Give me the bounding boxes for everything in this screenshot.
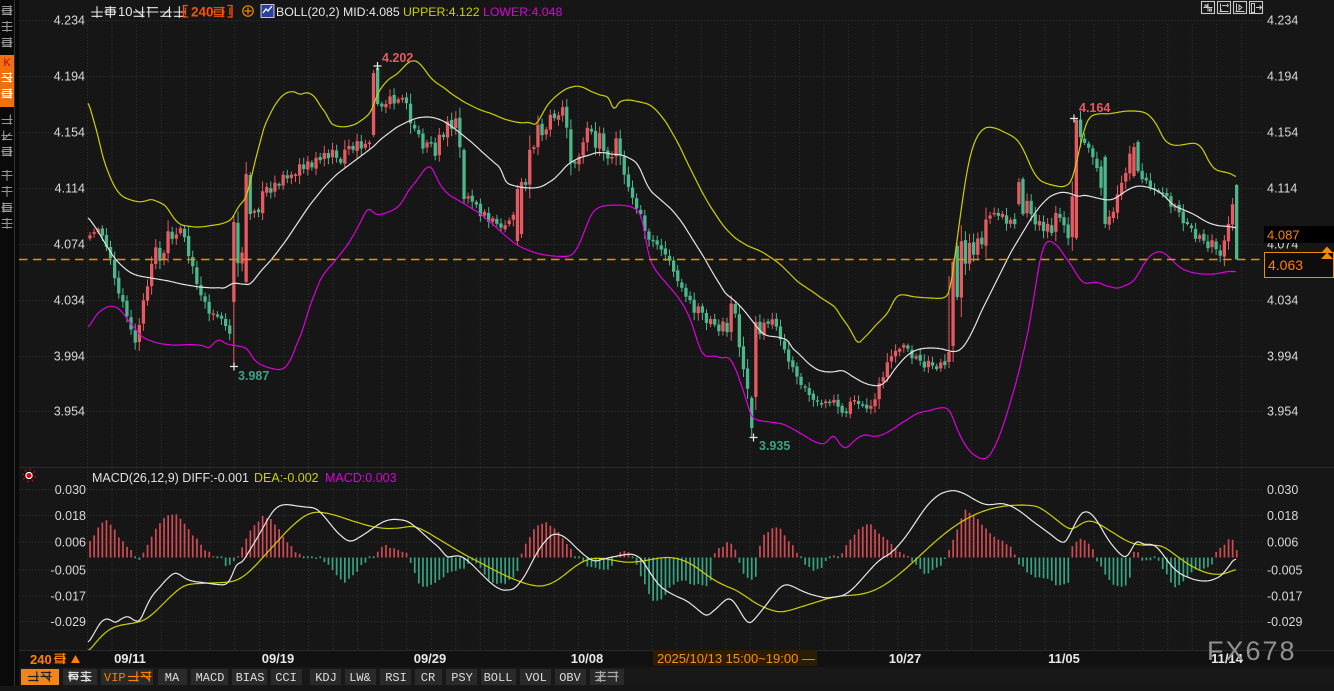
svg-text:09/29: 09/29: [414, 651, 447, 666]
svg-text:240: 240: [30, 652, 52, 667]
svg-text:MACD: MACD: [196, 671, 225, 685]
svg-text:0.018: 0.018: [55, 509, 86, 523]
svg-text:CR: CR: [421, 671, 435, 685]
svg-text:4.154: 4.154: [54, 126, 85, 140]
svg-text:VOL: VOL: [525, 671, 547, 685]
svg-text:-0.017: -0.017: [1267, 590, 1302, 604]
svg-text:MA: MA: [165, 671, 180, 685]
svg-text:3.935: 3.935: [759, 439, 790, 453]
svg-text:4.063: 4.063: [1268, 257, 1303, 273]
svg-text:4.034: 4.034: [1267, 294, 1298, 308]
svg-text:10/27: 10/27: [889, 651, 922, 666]
svg-text:-0.017: -0.017: [51, 590, 86, 604]
svg-text:RSI: RSI: [385, 671, 407, 685]
svg-text:LW&: LW&: [349, 671, 371, 685]
svg-text:4.234: 4.234: [54, 14, 85, 28]
svg-text:BOLL: BOLL: [484, 671, 513, 685]
svg-text:4.114: 4.114: [1267, 182, 1297, 196]
svg-text:CCI: CCI: [275, 671, 297, 685]
svg-text:3.954: 3.954: [1267, 405, 1298, 419]
svg-text:PSY: PSY: [451, 671, 473, 685]
svg-text:4.202: 4.202: [382, 51, 413, 65]
svg-text:-0.005: -0.005: [1267, 564, 1302, 578]
svg-text:0.030: 0.030: [1267, 483, 1298, 497]
svg-text:09/11: 09/11: [114, 651, 146, 666]
svg-text:FX678: FX678: [1207, 636, 1297, 666]
svg-text:0.006: 0.006: [55, 536, 86, 550]
svg-text:0.006: 0.006: [1267, 536, 1298, 550]
svg-text:MACD(26,12,9) DIFF:-0.001: MACD(26,12,9) DIFF:-0.001: [92, 471, 249, 485]
svg-text:4.114: 4.114: [55, 182, 85, 196]
svg-text:4.234: 4.234: [1267, 14, 1298, 28]
svg-text:3.954: 3.954: [54, 405, 85, 419]
svg-text:11/05: 11/05: [1048, 651, 1080, 666]
svg-text:4.194: 4.194: [1267, 70, 1298, 84]
svg-text:-0.005: -0.005: [51, 564, 86, 578]
svg-text:09/19: 09/19: [262, 651, 295, 666]
svg-text:BIAS: BIAS: [236, 671, 265, 685]
svg-text:240: 240: [191, 5, 214, 20]
svg-text:BOLL(20,2) MID:4.085: BOLL(20,2) MID:4.085: [276, 5, 400, 19]
svg-text:LOWER:4.048: LOWER:4.048: [483, 5, 562, 19]
svg-text:4.034: 4.034: [54, 294, 85, 308]
svg-text:10/08: 10/08: [571, 651, 604, 666]
svg-text:4.087: 4.087: [1267, 228, 1300, 243]
svg-text:3.994: 3.994: [1267, 350, 1298, 364]
svg-text:UPPER:4.122: UPPER:4.122: [403, 5, 480, 19]
svg-text:VIP: VIP: [104, 671, 126, 685]
svg-text:KDJ: KDJ: [315, 671, 337, 685]
svg-text:10: 10: [118, 4, 132, 19]
svg-text:MACD:0.003: MACD:0.003: [325, 471, 397, 485]
svg-text:3.994: 3.994: [54, 350, 85, 364]
svg-text:-0.029: -0.029: [51, 615, 86, 629]
svg-text:K: K: [3, 57, 11, 69]
svg-text:OBV: OBV: [559, 671, 581, 685]
svg-text:4.164: 4.164: [1079, 101, 1110, 115]
svg-text:-0.029: -0.029: [1267, 615, 1302, 629]
svg-text:0.030: 0.030: [55, 483, 86, 497]
svg-text:2025/10/13 15:00~19:00 —: 2025/10/13 15:00~19:00 —: [657, 651, 815, 666]
svg-text:3.987: 3.987: [238, 369, 269, 383]
svg-text:4.154: 4.154: [1267, 126, 1298, 140]
svg-text:DEA:-0.002: DEA:-0.002: [254, 471, 319, 485]
svg-text:0.018: 0.018: [1267, 509, 1298, 523]
svg-text:4.074: 4.074: [54, 238, 85, 252]
svg-text:4.194: 4.194: [54, 70, 85, 84]
